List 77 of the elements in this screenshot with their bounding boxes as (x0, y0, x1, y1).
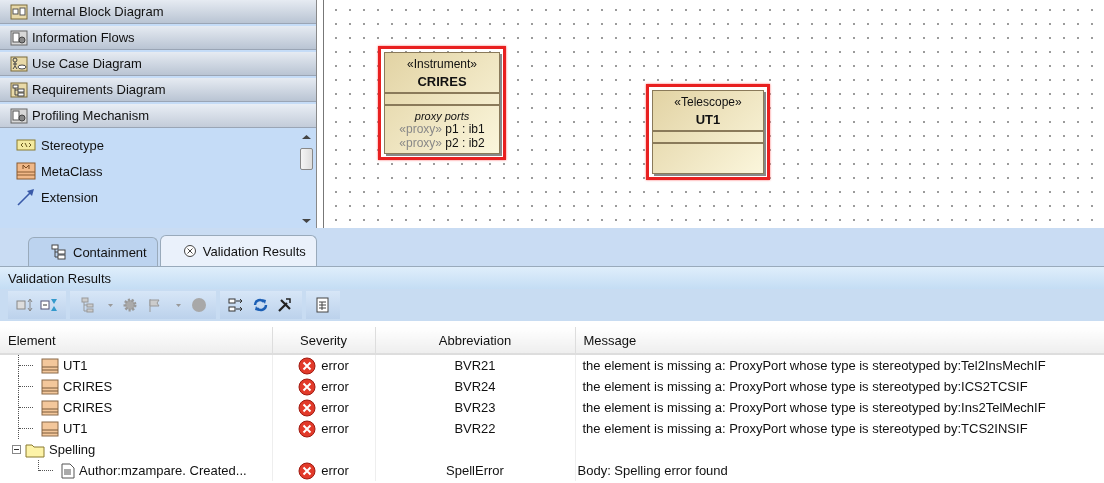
column-header[interactable]: Message (575, 327, 1104, 354)
document-icon[interactable] (314, 297, 332, 313)
circle-icon[interactable] (190, 297, 208, 313)
element-name: Author:mzampare. Created... (79, 463, 247, 478)
block-shape[interactable]: «Instrument» CRIRES proxy ports «proxy» p1 : ib1 «proxy» p2 : ib2 (378, 46, 506, 160)
compartment-title: proxy ports (413, 110, 471, 122)
tools-icon[interactable] (276, 297, 294, 313)
block-name: UT1 (694, 112, 722, 127)
abbreviation-text: BVR24 (454, 379, 496, 394)
block-icon (41, 357, 59, 374)
element-name: CRIRES (63, 379, 113, 394)
message-text: the element is missing a: ProxyPort whose type is stereotyped by:Ins2TelMechIF (582, 400, 1046, 415)
expander-icon[interactable] (12, 445, 21, 454)
element-name: CRIRES (63, 400, 113, 415)
column-header[interactable]: Severity (272, 327, 375, 354)
error-icon (298, 398, 317, 417)
column-header[interactable]: Abbreviation (375, 327, 575, 354)
port-label: «proxy» p1 : ib1 (398, 122, 486, 136)
palette-item[interactable]: Extension (0, 184, 296, 210)
metaclass-icon (16, 162, 36, 180)
element-name: Spelling (49, 442, 96, 457)
palette-group-header[interactable]: Information Flows (0, 26, 316, 50)
message-text: the element is missing a: ProxyPort whose type is stereotyped by:TCS2INSIF (582, 421, 1028, 436)
block-name: CRIRES (416, 74, 468, 89)
tab[interactable]: Validation Results (159, 235, 317, 266)
diagram-icon (10, 55, 28, 72)
tab[interactable]: Containment (28, 237, 158, 266)
stereotype-label: «Telescope» (673, 95, 743, 109)
error-icon (298, 461, 317, 480)
refresh-icon[interactable] (252, 297, 270, 313)
document-icon (61, 462, 75, 479)
severity-text: error (321, 379, 349, 394)
column-header[interactable]: Element (0, 327, 272, 354)
diagram-icon (10, 3, 28, 20)
diagram-icon (10, 81, 28, 98)
severity-text: error (321, 400, 349, 415)
folder-icon (25, 441, 45, 458)
severity-text: error (321, 421, 349, 436)
message-text: the element is missing a: ProxyPort whose type is stereotyped by:Tel2InsMechIF (582, 358, 1046, 373)
error-icon (298, 377, 317, 396)
block-icon (41, 378, 59, 395)
tree-icon[interactable] (78, 297, 96, 313)
palette-item[interactable]: MetaClass (0, 158, 296, 184)
severity-text: error (321, 358, 349, 373)
arrow-icon (16, 187, 36, 207)
message-text: the element is missing a: ProxyPort whose type is stereotyped by:ICS2TCSIF (582, 379, 1028, 394)
palette-group-header[interactable]: Requirements Diagram (0, 78, 316, 102)
palette-group-header[interactable]: Profiling Mechanism (0, 104, 316, 128)
tree-icon (51, 244, 67, 260)
abbreviation-text: SpellError (446, 463, 504, 478)
palette-item[interactable]: Stereotype (0, 132, 296, 158)
palette-group-header[interactable]: Internal Block Diagram (0, 0, 316, 24)
severity-text: error (321, 463, 349, 478)
block-icon (41, 420, 59, 437)
block-icon (41, 399, 59, 416)
element-name: UT1 (63, 421, 88, 436)
stereotype-icon (16, 138, 36, 152)
stereotype-label: «Instrument» (405, 57, 478, 71)
error-icon (298, 419, 317, 438)
element-name: UT1 (63, 358, 88, 373)
abbreviation-text: BVR22 (454, 421, 496, 436)
collapse-all-icon[interactable] (40, 297, 58, 313)
diagram-icon (10, 29, 28, 46)
block-shape[interactable]: «Telescope» UT1 (646, 84, 770, 180)
abbreviation-text: BVR21 (454, 358, 496, 373)
error-icon (298, 356, 317, 375)
diagram-icon (10, 107, 28, 124)
abbreviation-text: BVR23 (454, 400, 496, 415)
expand-all-icon[interactable] (16, 297, 34, 313)
message-text: Body: Spelling error found (577, 463, 728, 478)
validation-icon (182, 244, 197, 258)
palette-group-header[interactable]: Use Case Diagram (0, 52, 316, 76)
scroll-down-icon[interactable] (301, 218, 311, 224)
panel-title: Validation Results (0, 267, 1104, 289)
port-label: «proxy» p2 : ib2 (398, 136, 486, 150)
scroll-thumb[interactable] (299, 148, 313, 170)
scroll-up-icon[interactable] (301, 134, 311, 140)
